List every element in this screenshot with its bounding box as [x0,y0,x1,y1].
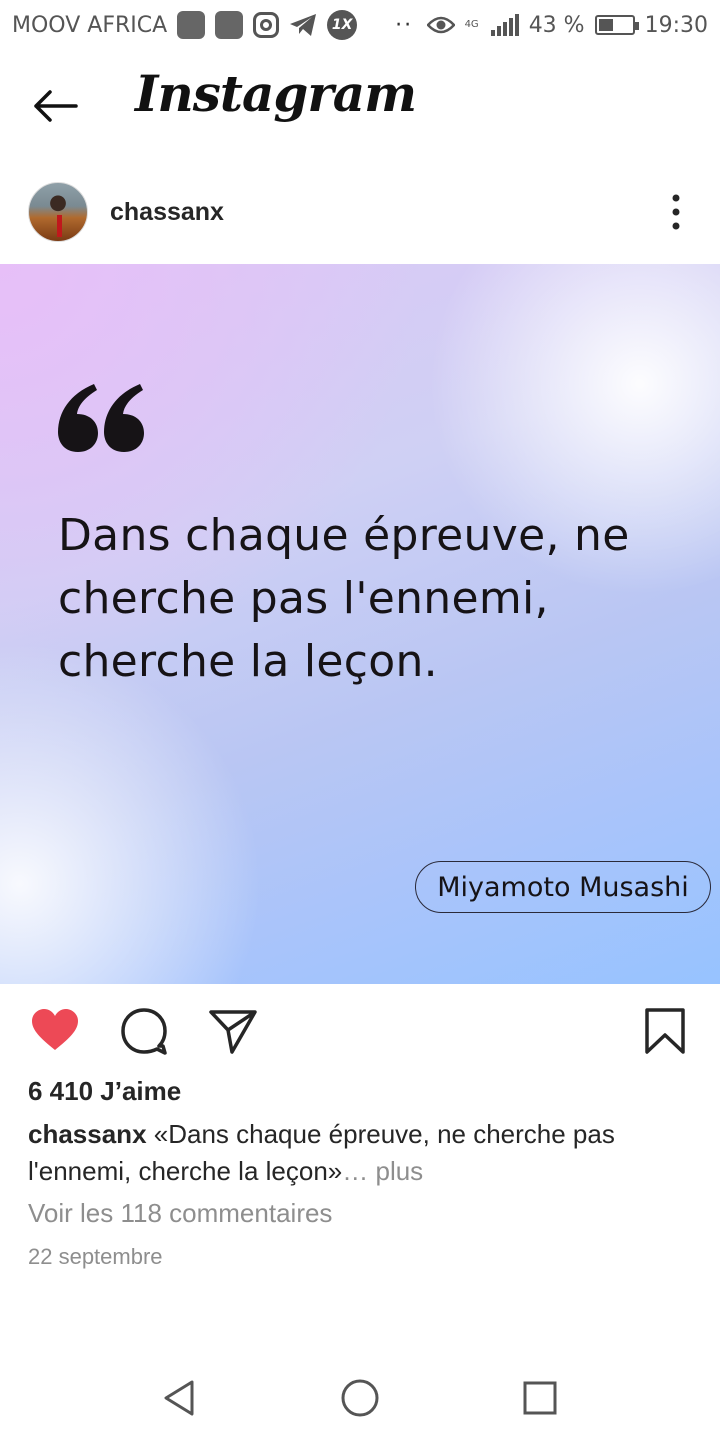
onex-notification-icon: 1X [327,10,358,40]
eye-comfort-icon [426,16,455,34]
more-vertical-icon [672,194,680,230]
telegram-notification-icon [290,14,317,36]
overflow-dots: ·· [395,12,414,38]
comment-button[interactable] [119,1006,169,1056]
post-header: chassanx [0,176,720,252]
comment-icon [121,1008,167,1055]
notification-app-icon [177,11,206,39]
nav-back-button[interactable] [158,1376,202,1420]
heart-icon [32,1009,78,1050]
clock: 19:30 [644,12,708,38]
avatar[interactable] [28,182,88,242]
network-type: 4G [464,19,479,30]
caption-more-link[interactable]: … plus [342,1156,423,1186]
battery-charging-icon [594,15,639,35]
bookmark-icon [645,1008,685,1054]
likes-count[interactable]: 6 410 J’aime [28,1076,181,1107]
send-icon [209,1010,257,1054]
square-recents-icon [523,1381,557,1415]
more-options-button[interactable] [662,192,690,232]
carrier-name: MOOV AFRICA [12,12,168,38]
status-right: 4G 43 % 19:30 [426,12,708,38]
avatar-detail [57,215,62,237]
view-comments-link[interactable]: Voir les 118 commentaires [28,1198,332,1229]
like-button[interactable] [30,1006,80,1056]
status-bar: MOOV AFRICA 1X ·· 4G 43 % 19:30 [0,0,720,50]
save-button[interactable] [640,1006,690,1056]
instagram-notification-icon [253,12,280,38]
quote-text: Dans chaque épreuve, ne cherche pas l'en… [58,510,630,687]
system-nav-bar [0,1360,720,1440]
nav-recents-button[interactable] [518,1376,562,1420]
post-username[interactable]: chassanx [110,198,224,227]
post-caption: chassanx «Dans chaque épreuve, ne cherch… [28,1116,688,1190]
nav-home-button[interactable] [338,1376,382,1420]
triangle-back-icon [164,1380,194,1416]
caption-username[interactable]: chassanx [28,1119,147,1149]
notification-app-icon [215,11,244,39]
post-image[interactable]: Dans chaque épreuve, ne cherche pas l'en… [0,264,720,984]
status-left: MOOV AFRICA 1X ·· [12,10,413,40]
arrow-left-icon [34,90,78,122]
post-actions [0,1000,720,1064]
quote-mark-icon [58,384,144,452]
app-bar: Instagram [0,58,720,154]
app-logo-title: Instagram [135,64,417,123]
quote-author: Miyamoto Musashi [415,861,711,913]
back-button[interactable] [30,86,80,126]
post-date: 22 septembre [28,1244,163,1269]
signal-icon [490,14,519,36]
battery-percent: 43 % [528,12,585,38]
share-button[interactable] [208,1006,258,1056]
circle-home-icon [341,1379,379,1417]
